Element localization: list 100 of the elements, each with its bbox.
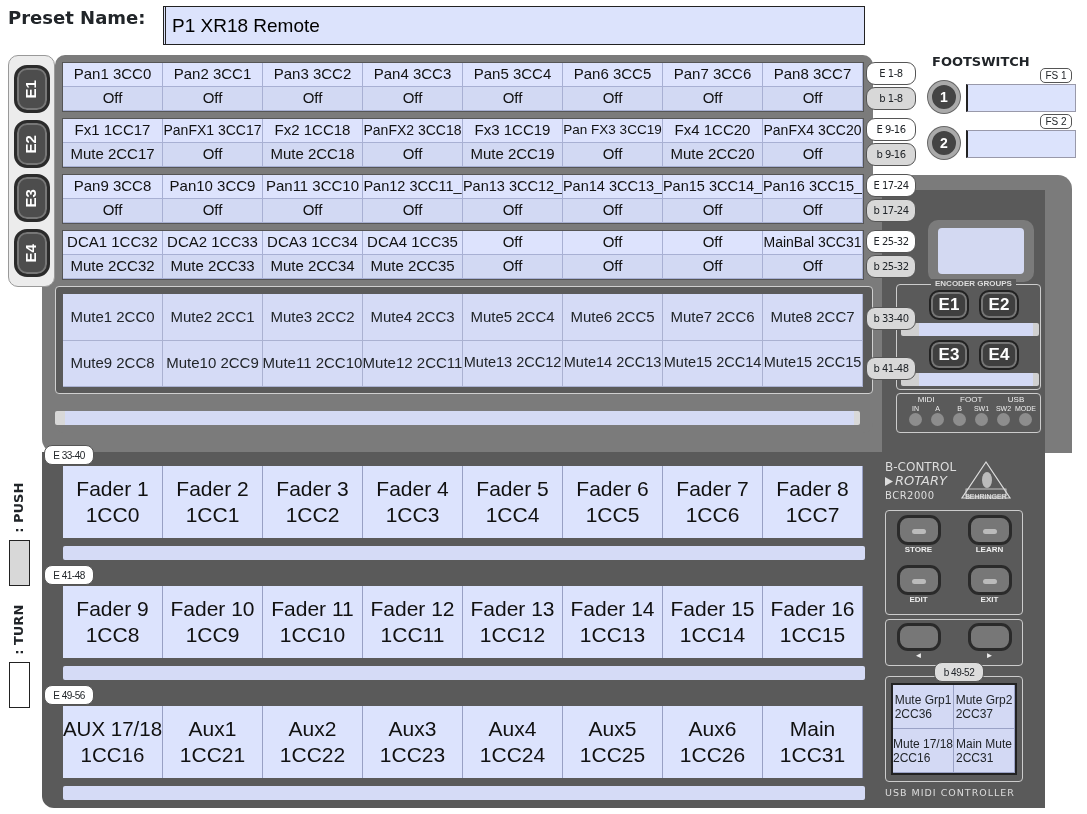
button-cell[interactable]: Off [163,143,263,167]
encoder-cell[interactable]: Pan14 3CC13_ [563,175,663,199]
encoder-cell[interactable]: Aux3 1CC23 [363,706,463,778]
encoder-group-button[interactable]: E1 [929,290,969,320]
encoder-cell[interactable]: Fader 9 1CC8 [63,586,163,658]
button-cell[interactable]: Mute 2CC33 [163,255,263,279]
button-cell[interactable]: Main Mute 2CC31 [954,729,1015,773]
encoder-cell[interactable]: Fader 11 1CC10 [263,586,363,658]
encoder-cell[interactable]: Aux4 1CC24 [463,706,563,778]
encoder-cell[interactable]: DCA3 1CC34 [263,231,363,255]
button-cell[interactable]: Mute 2CC18 [263,143,363,167]
encoder-cell[interactable]: Fx2 1CC18 [263,119,363,143]
encoder-cell[interactable]: Aux1 1CC21 [163,706,263,778]
encoder-cell[interactable]: Fx4 1CC20 [663,119,763,143]
encoder-cell[interactable]: Fader 10 1CC9 [163,586,263,658]
encoder-cell[interactable]: Off [463,231,563,255]
button-cell[interactable]: Mute6 2CC5 [563,294,663,341]
button-cell[interactable]: Mute10 2CC9 [163,340,263,387]
button-cell[interactable]: Off [363,87,463,111]
button-cell[interactable]: Off [263,199,363,223]
button-cell[interactable]: Off [63,87,163,111]
button-cell[interactable]: Mute15 2CC14 [663,340,763,387]
button-cell[interactable]: Off [563,143,663,167]
button-cell[interactable]: Mute 2CC34 [263,255,363,279]
button-cell[interactable]: Mute9 2CC8 [63,340,163,387]
button-cell[interactable]: Off [263,87,363,111]
encoder-cell[interactable]: AUX 17/18 1CC16 [63,706,163,778]
encoder-group-button[interactable]: E4 [979,340,1019,370]
encoder-cell[interactable]: Pan9 3CC8 [63,175,163,199]
encoder-cell[interactable]: Aux2 1CC22 [263,706,363,778]
button-cell[interactable]: Off [463,255,563,279]
button-cell[interactable]: Mute 2CC19 [463,143,563,167]
encoder-cell[interactable]: Off [663,231,763,255]
encoder-cell[interactable]: Pan1 3CC0 [63,63,163,87]
button-cell[interactable]: Off [363,199,463,223]
button-cell[interactable]: Mute14 2CC13 [563,340,663,387]
button-cell[interactable]: Mute 2CC17 [63,143,163,167]
encoder-cell[interactable]: Fader 16 1CC15 [763,586,863,658]
encoder-cell[interactable]: Aux5 1CC25 [563,706,663,778]
footswitch-field[interactable] [966,130,1076,158]
button-cell[interactable]: Mute Grp1 2CC36 [893,685,954,729]
encoder-cell[interactable]: Fader 5 1CC4 [463,466,563,538]
encoder-cell[interactable]: Pan10 3CC9 [163,175,263,199]
preset-name-field[interactable]: P1 XR18 Remote [163,6,865,45]
encoder-cell[interactable]: Fader 1 1CC0 [63,466,163,538]
encoder-cell[interactable]: Fader 12 1CC11 [363,586,463,658]
group-tab[interactable]: E2 [13,119,50,168]
button-cell[interactable]: Off [463,199,563,223]
encoder-cell[interactable]: DCA4 1CC35 [363,231,463,255]
button-cell[interactable]: Mute15 2CC15 [763,340,863,387]
encoder-cell[interactable]: Pan3 3CC2 [263,63,363,87]
encoder-cell[interactable]: Pan5 3CC4 [463,63,563,87]
encoder-cell[interactable]: Pan12 3CC11_ [363,175,463,199]
button-cell[interactable]: Off [763,255,863,279]
encoder-cell[interactable]: Pan15 3CC14_ [663,175,763,199]
encoder-cell[interactable]: MainBal 3CC31 [763,231,863,255]
encoder-group-button[interactable]: E3 [929,340,969,370]
button-cell[interactable]: Mute Grp2 2CC37 [954,685,1015,729]
encoder-cell[interactable]: Fader 15 1CC14 [663,586,763,658]
button-cell[interactable]: Mute13 2CC12 [463,340,563,387]
button-cell[interactable]: Mute11 2CC10 [263,340,363,387]
encoder-cell[interactable]: Off [563,231,663,255]
encoder-cell[interactable]: Pan13 3CC12_ [463,175,563,199]
button-cell[interactable]: Off [563,199,663,223]
encoder-cell[interactable]: Fx3 1CC19 [463,119,563,143]
encoder-cell[interactable]: Main 1CC31 [763,706,863,778]
button-cell[interactable]: Mute4 2CC3 [363,294,463,341]
button-cell[interactable]: Off [63,199,163,223]
encoder-cell[interactable]: Pan7 3CC6 [663,63,763,87]
button-cell[interactable]: Mute 2CC32 [63,255,163,279]
button-cell[interactable]: Mute7 2CC6 [663,294,763,341]
button-cell[interactable]: Mute3 2CC2 [263,294,363,341]
button-cell[interactable]: Mute2 2CC1 [163,294,263,341]
encoder-cell[interactable]: Pan11 3CC10 [263,175,363,199]
encoder-cell[interactable]: Aux6 1CC26 [663,706,763,778]
button-cell[interactable]: Off [663,255,763,279]
encoder-cell[interactable]: Fader 6 1CC5 [563,466,663,538]
button-cell[interactable]: Off [363,143,463,167]
encoder-cell[interactable]: Pan6 3CC5 [563,63,663,87]
footswitch-field[interactable] [966,84,1076,112]
encoder-cell[interactable]: DCA2 1CC33 [163,231,263,255]
encoder-cell[interactable]: Pan16 3CC15_ [763,175,863,199]
button-cell[interactable]: Mute12 2CC11 [363,340,463,387]
encoder-cell[interactable]: Fader 3 1CC2 [263,466,363,538]
button-cell[interactable]: Mute 2CC35 [363,255,463,279]
encoder-cell[interactable]: Fader 2 1CC1 [163,466,263,538]
button-cell[interactable]: Mute 2CC20 [663,143,763,167]
button-cell[interactable]: Off [563,87,663,111]
button-cell[interactable]: Mute1 2CC0 [63,294,163,341]
button-cell[interactable]: Mute 17/18 2CC16 [893,729,954,773]
encoder-cell[interactable]: PanFX4 3CC20 [763,119,863,143]
group-tab[interactable]: E4 [13,228,50,277]
encoder-cell[interactable]: Fx1 1CC17 [63,119,163,143]
encoder-cell[interactable]: Pan8 3CC7 [763,63,863,87]
encoder-cell[interactable]: PanFX1 3CC17 [163,119,263,143]
encoder-cell[interactable]: Pan FX3 3CC19 [563,119,663,143]
button-cell[interactable]: Off [763,87,863,111]
button-cell[interactable]: Off [163,199,263,223]
encoder-cell[interactable]: Fader 8 1CC7 [763,466,863,538]
encoder-group-button[interactable]: E2 [979,290,1019,320]
